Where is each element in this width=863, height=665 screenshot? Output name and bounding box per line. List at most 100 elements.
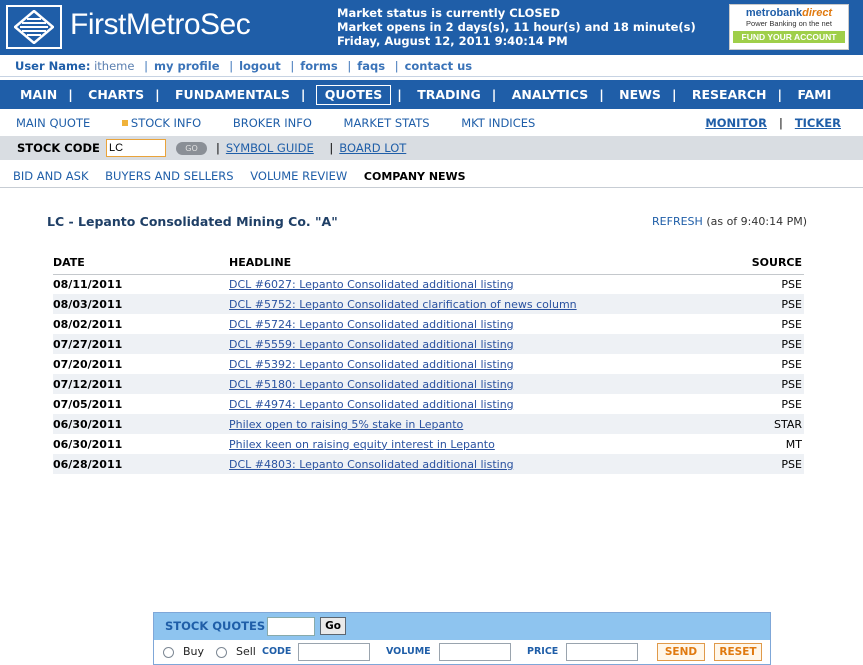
selected-bullet-icon <box>121 120 128 126</box>
tab-company-news[interactable]: COMPANY NEWS <box>364 165 466 188</box>
news-date: 07/12/2011 <box>53 374 229 394</box>
tab-buyers-and-sellers[interactable]: BUYERS AND SELLERS <box>105 165 233 188</box>
user-name-label: User Name: <box>15 59 91 73</box>
table-row: 07/12/2011 DCL #5180: Lepanto Consolidat… <box>53 374 804 394</box>
table-header-row: DATE HEADLINE SOURCE <box>53 252 804 275</box>
nav-fundamentals[interactable]: FUNDAMENTALS <box>170 80 295 109</box>
table-row: 08/11/2011 DCL #6027: Lepanto Consolidat… <box>53 274 804 294</box>
news-source: PSE <box>728 374 804 394</box>
monitor-link[interactable]: MONITOR <box>705 116 767 130</box>
stock-quotes-header: STOCK QUOTES Go <box>154 613 770 640</box>
nav-charts[interactable]: CHARTS <box>83 80 149 109</box>
volume-label: VOLUME <box>386 646 431 657</box>
main-nav: MAIN | CHARTS | FUNDAMENTALS | QUOTES | TRAD… <box>0 80 863 109</box>
news-headline-link[interactable]: DCL #5724: Lepanto Consolidated addition… <box>229 318 514 331</box>
news-headline-link[interactable]: DCL #5392: Lepanto Consolidated addition… <box>229 358 514 371</box>
table-row: 07/05/2011 DCL #4974: Lepanto Consolidat… <box>53 394 804 414</box>
news-source: MT <box>785 437 802 451</box>
news-headline-link[interactable]: Philex open to raising 5% stake in Lepan… <box>229 418 463 431</box>
nav-fami[interactable]: FAMI <box>792 80 836 109</box>
news-date: 06/30/2011 <box>53 414 229 434</box>
refresh-link[interactable]: REFRESH <box>652 215 703 228</box>
news-source: PSE <box>781 277 802 291</box>
news-source: PSE <box>728 334 804 354</box>
subnav-main-quote[interactable]: MAIN QUOTE <box>16 110 90 136</box>
metrobank-direct-ad[interactable]: metrobankdirect Power Banking on the net… <box>729 4 849 50</box>
table-row: 06/30/2011 Philex open to raising 5% sta… <box>53 414 804 434</box>
column-headline: HEADLINE <box>229 252 729 275</box>
nav-trading[interactable]: TRADING <box>412 80 486 109</box>
tab-bid-and-ask[interactable]: BID AND ASK <box>13 165 88 188</box>
news-headline-link[interactable]: DCL #4974: Lepanto Consolidated addition… <box>229 398 514 411</box>
stock-quotes-go-button[interactable]: Go <box>320 617 346 635</box>
subnav-stock-info[interactable]: STOCK INFO <box>121 110 201 136</box>
market-status: Market status is currently CLOSED Market… <box>337 6 696 48</box>
price-label: PRICE <box>527 646 559 657</box>
faqs-link[interactable]: faqs <box>357 59 385 73</box>
news-headline-link[interactable]: DCL #5752: Lepanto Consolidated clarific… <box>229 298 577 311</box>
table-row: 06/28/2011 DCL #4803: Lepanto Consolidat… <box>53 454 804 474</box>
nav-news[interactable]: NEWS <box>614 80 666 109</box>
logo-text[interactable]: FirstMetroSec <box>70 8 251 42</box>
market-datetime: Friday, August 12, 2011 9:40:14 PM <box>337 34 568 48</box>
sell-label: Sell <box>236 645 256 658</box>
ad-tagline: Power Banking on the net <box>746 19 832 28</box>
logo-icon[interactable] <box>6 5 62 49</box>
table-row: 06/30/2011 Philex keen on raising equity… <box>53 434 804 454</box>
nav-quotes[interactable]: QUOTES <box>315 85 392 105</box>
stock-quotes-panel: STOCK QUOTES Go Buy Sell CODE VOLUME PRI… <box>153 612 771 665</box>
send-button[interactable]: SEND <box>657 643 705 661</box>
news-headline-link[interactable]: DCL #6027: Lepanto Consolidated addition… <box>229 278 514 291</box>
ad-brand: metrobankdirect <box>745 7 833 19</box>
order-price-input[interactable] <box>566 643 638 661</box>
tab-volume-review[interactable]: VOLUME REVIEW <box>250 165 347 188</box>
header: FirstMetroSec Market status is currently… <box>0 0 863 55</box>
stock-quotes-input[interactable] <box>267 617 315 636</box>
order-volume-input[interactable] <box>439 643 511 661</box>
column-source: SOURCE <box>728 252 804 275</box>
sell-radio[interactable] <box>216 647 227 658</box>
news-date: 08/02/2011 <box>53 317 123 331</box>
forms-link[interactable]: forms <box>300 59 337 73</box>
news-headline-link[interactable]: DCL #5180: Lepanto Consolidated addition… <box>229 378 514 391</box>
news-date: 07/27/2011 <box>53 334 229 354</box>
logout-link[interactable]: logout <box>239 59 281 73</box>
order-code-input[interactable] <box>298 643 370 661</box>
news-table: DATE HEADLINE SOURCE 08/11/2011 DCL #602… <box>53 252 804 474</box>
news-date: 07/20/2011 <box>53 357 123 371</box>
table-row: 08/03/2011 DCL #5752: Lepanto Consolidat… <box>53 294 804 314</box>
table-row: 08/02/2011 DCL #5724: Lepanto Consolidat… <box>53 314 804 334</box>
stock-quotes-title: STOCK QUOTES <box>165 619 266 633</box>
nav-main[interactable]: MAIN <box>15 80 62 109</box>
buy-radio[interactable] <box>163 647 174 658</box>
news-headline-link[interactable]: DCL #4803: Lepanto Consolidated addition… <box>229 458 514 471</box>
market-status-line: Market status is currently CLOSED <box>337 6 561 20</box>
market-opens-line: Market opens in 2 days(s), 11 hour(s) an… <box>337 20 696 34</box>
subnav-market-stats[interactable]: MARKET STATS <box>344 110 430 136</box>
news-headline-link[interactable]: DCL #5559: Lepanto Consolidated addition… <box>229 338 514 351</box>
subnav-mkt-indices[interactable]: MKT INDICES <box>461 110 535 136</box>
contact-us-link[interactable]: contact us <box>405 59 473 73</box>
page-title: LC - Lepanto Consolidated Mining Co. "A" <box>47 214 338 229</box>
reset-button[interactable]: RESET <box>714 643 762 661</box>
news-date: 08/03/2011 <box>53 294 229 314</box>
table-row: 07/27/2011 DCL #5559: Lepanto Consolidat… <box>53 334 804 354</box>
stock-code-go-button[interactable]: GO <box>176 142 207 155</box>
stock-code-input[interactable] <box>106 139 166 157</box>
news-date: 06/30/2011 <box>53 437 123 451</box>
user-name-value: itheme <box>94 59 135 73</box>
subnav-broker-info[interactable]: BROKER INFO <box>233 110 312 136</box>
news-date: 07/05/2011 <box>53 397 123 411</box>
as-of-time: (as of 9:40:14 PM) <box>706 215 807 228</box>
ticker-link[interactable]: TICKER <box>795 116 841 130</box>
nav-research[interactable]: RESEARCH <box>687 80 772 109</box>
news-headline-link[interactable]: Philex keen on raising equity interest i… <box>229 438 495 451</box>
code-label: CODE <box>262 646 292 657</box>
board-lot-link[interactable]: BOARD LOT <box>339 141 406 155</box>
nav-analytics[interactable]: ANALYTICS <box>507 80 593 109</box>
symbol-guide-link[interactable]: SYMBOL GUIDE <box>226 141 314 155</box>
news-source: PSE <box>728 294 804 314</box>
fund-account-button[interactable]: FUND YOUR ACCOUNT <box>733 31 845 43</box>
my-profile-link[interactable]: my profile <box>154 59 220 73</box>
user-bar: User Name: itheme | my profile | logout | f… <box>0 55 863 77</box>
